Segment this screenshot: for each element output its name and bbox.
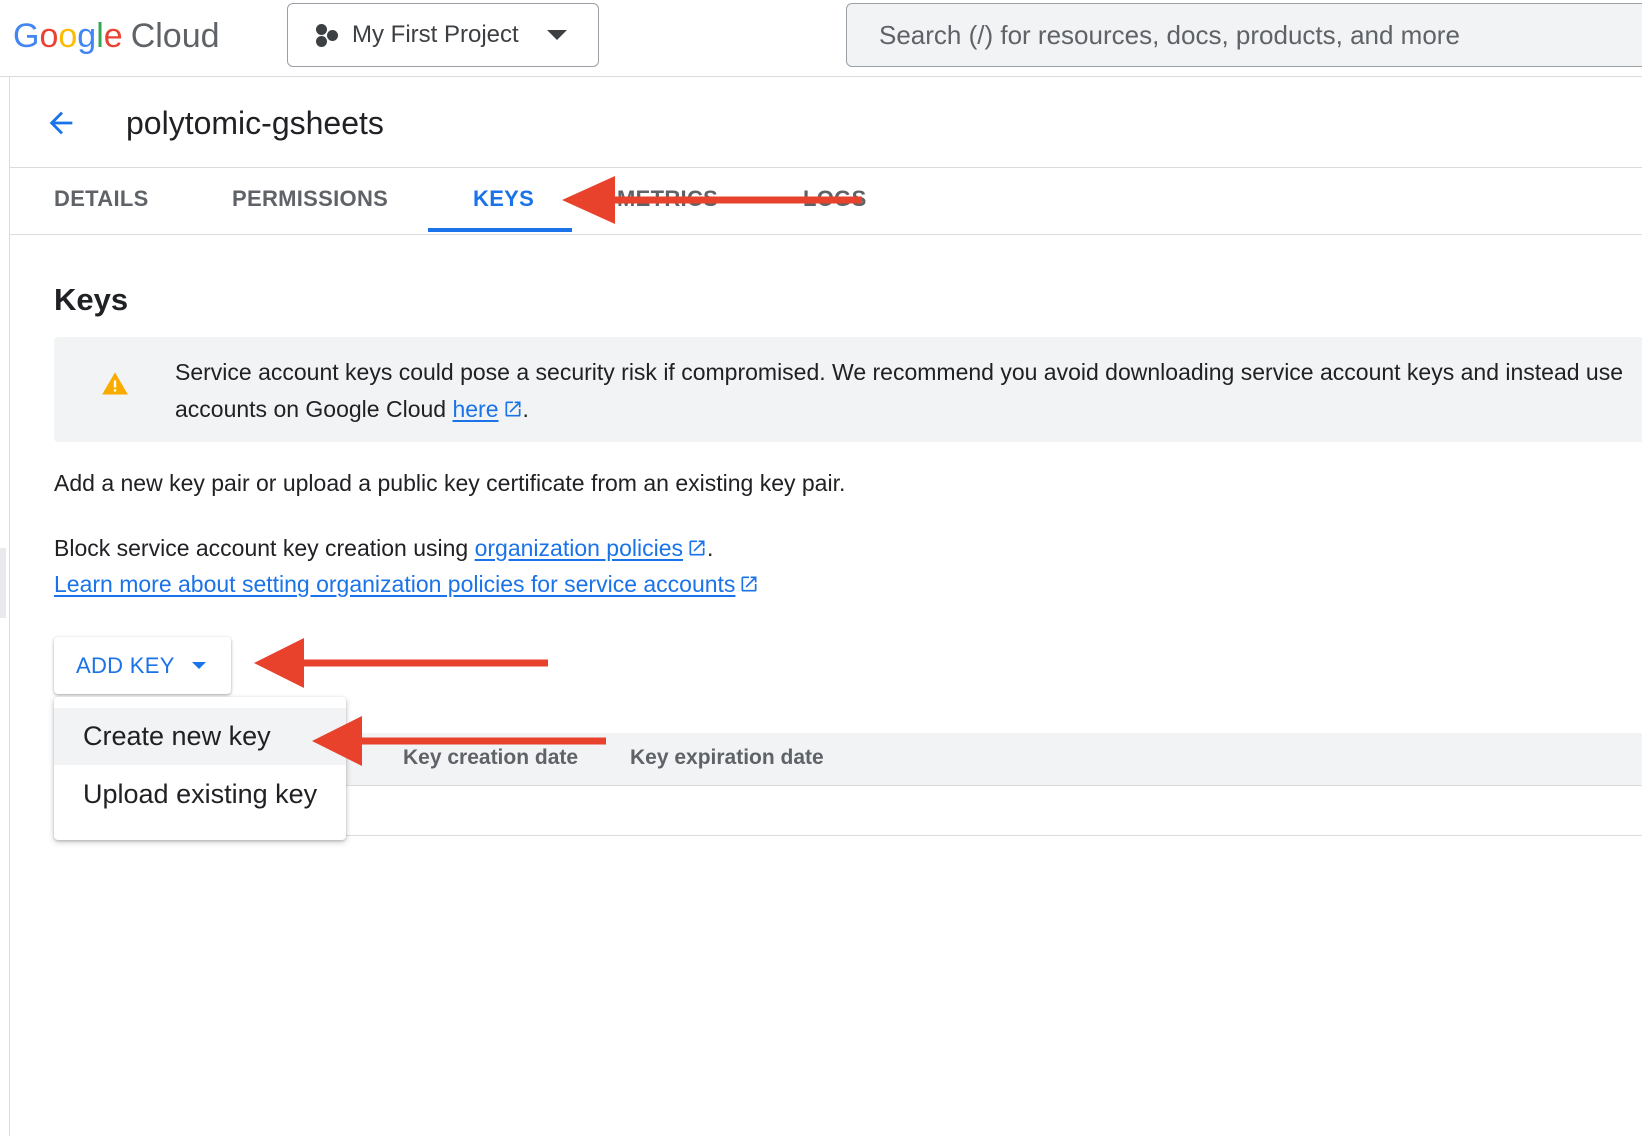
active-tab-indicator <box>428 228 572 232</box>
logo-letter: o <box>39 17 59 55</box>
section-title: Keys <box>54 282 129 317</box>
arrow-back-icon[interactable] <box>44 106 78 140</box>
organization-policies-link[interactable]: organization policies <box>475 535 683 561</box>
logo-letter: o <box>58 17 78 55</box>
logo-cloud-word: Cloud <box>130 17 220 55</box>
warning-line-1: Service account keys could pose a securi… <box>175 359 1624 385</box>
add-key-menu: Create new key Upload existing key <box>54 697 346 840</box>
menu-item-upload-existing-key[interactable]: Upload existing key <box>54 766 346 823</box>
warning-suffix: . <box>522 396 529 422</box>
search-bar[interactable] <box>846 3 1642 67</box>
warning-text: Service account keys could pose a securi… <box>175 354 1642 428</box>
add-key-button[interactable]: ADD KEY <box>54 637 231 694</box>
logo-letter: g <box>77 17 97 55</box>
google-cloud-logo[interactable]: Google Cloud <box>13 14 220 58</box>
block-key-prefix: Block service account key creation using <box>54 535 475 561</box>
logo-letter: e <box>103 17 123 55</box>
block-key-text: Block service account key creation using… <box>54 530 713 566</box>
column-key-creation-date[interactable]: Key creation date <box>403 746 578 770</box>
project-icon <box>314 22 340 48</box>
column-key-expiration-date[interactable]: Key expiration date <box>630 746 824 770</box>
add-key-description: Add a new key pair or upload a public ke… <box>54 470 846 496</box>
warning-line-2: accounts on Google Cloud here. <box>175 391 1642 428</box>
warning-icon <box>102 372 128 395</box>
external-link-icon <box>689 540 705 556</box>
search-input[interactable] <box>877 18 1641 52</box>
tab-logs[interactable]: LOGS <box>803 186 867 212</box>
external-link-icon <box>505 401 521 417</box>
external-link-icon <box>741 576 757 592</box>
tab-metrics[interactable]: METRICS <box>617 186 718 212</box>
project-picker[interactable]: My First Project <box>287 3 599 67</box>
project-name: My First Project <box>352 21 519 48</box>
here-link[interactable]: here <box>452 396 498 422</box>
block-key-suffix: . <box>707 535 714 561</box>
left-rail-indicator <box>0 548 6 618</box>
logo-letter: l <box>96 17 104 55</box>
add-key-label: ADD KEY <box>76 652 175 678</box>
tab-keys[interactable]: KEYS <box>473 186 534 212</box>
warning-line-2-text: accounts on Google Cloud <box>175 396 453 422</box>
learn-more-line: Learn more about setting organization po… <box>54 566 759 602</box>
tab-details[interactable]: DETAILS <box>54 186 149 212</box>
arrow-drop-down-icon <box>191 662 206 669</box>
learn-more-link[interactable]: Learn more about setting organization po… <box>54 571 735 597</box>
menu-item-create-new-key[interactable]: Create new key <box>54 708 346 765</box>
logo-google-word: Google <box>13 17 123 55</box>
logo-letter: G <box>13 17 40 55</box>
chevron-down-icon <box>546 30 567 40</box>
tab-permissions[interactable]: PERMISSIONS <box>232 186 388 212</box>
page-title: polytomic-gsheets <box>126 105 384 141</box>
annotation-arrow-add-key <box>254 638 548 688</box>
